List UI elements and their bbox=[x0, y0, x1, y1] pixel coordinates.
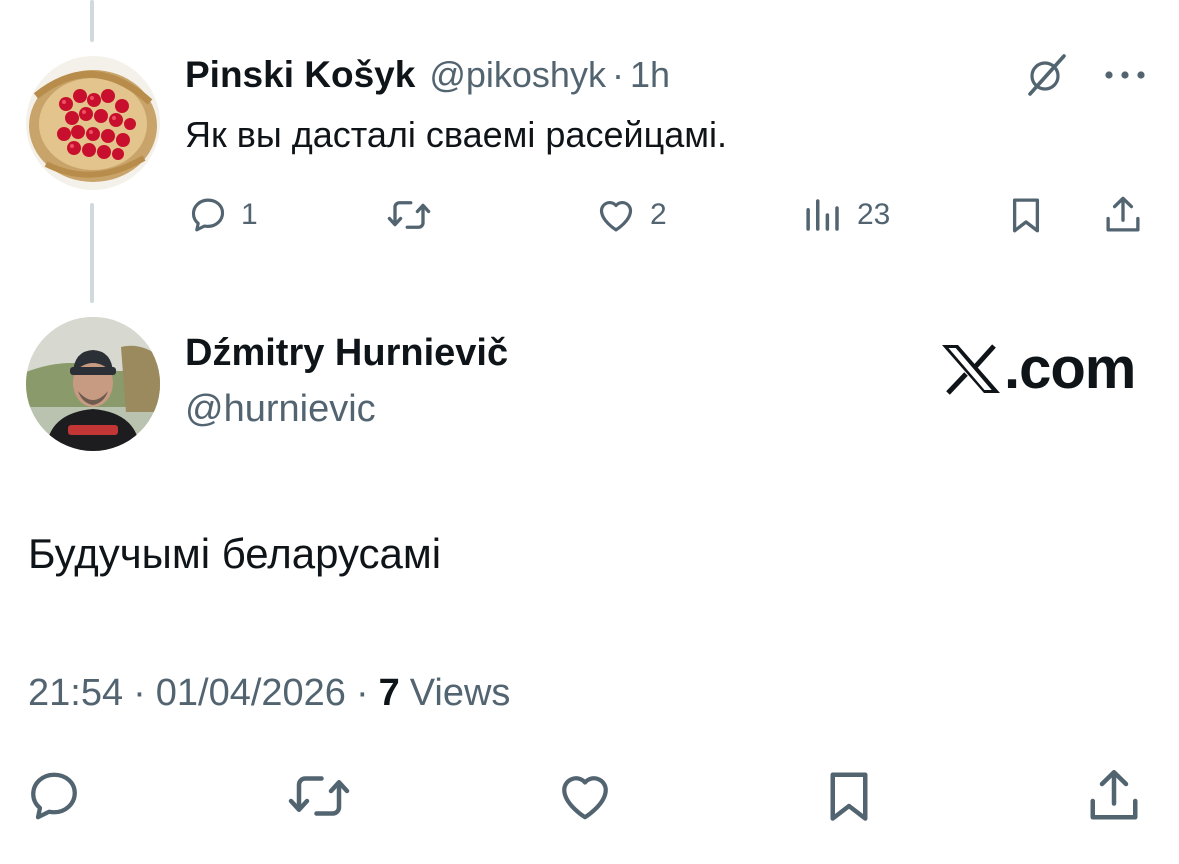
main-tweet-text: Будучымі беларусамі bbox=[28, 530, 442, 577]
parent-like-count: 2 bbox=[650, 198, 667, 231]
retweet-icon bbox=[288, 776, 350, 816]
more-icon bbox=[1105, 71, 1145, 79]
reply-icon bbox=[191, 198, 225, 232]
like-icon bbox=[599, 201, 633, 232]
bookmark-icon bbox=[830, 772, 868, 821]
more-button[interactable] bbox=[1100, 60, 1150, 90]
parent-author-name[interactable]: Pinski Košyk bbox=[185, 54, 415, 96]
reply-icon bbox=[31, 772, 77, 820]
meta-separator: · bbox=[355, 672, 369, 714]
thread-line-bottom bbox=[90, 203, 94, 303]
main-share-button[interactable] bbox=[1083, 766, 1145, 826]
share-icon bbox=[1106, 196, 1140, 232]
parent-views-button[interactable]: 23 bbox=[801, 194, 890, 236]
parent-handle[interactable]: @pikoshyk bbox=[429, 54, 606, 96]
meta-separator: · bbox=[133, 672, 146, 714]
x-logo-icon bbox=[942, 343, 1000, 395]
parent-retweet-button[interactable] bbox=[386, 194, 432, 236]
main-reply-button[interactable] bbox=[24, 766, 84, 826]
parent-reply-button[interactable]: 1 bbox=[187, 194, 258, 236]
retweet-icon bbox=[387, 201, 431, 229]
thread-line-top bbox=[90, 0, 94, 42]
share-icon bbox=[1090, 770, 1138, 820]
bookmark-icon bbox=[1012, 198, 1040, 233]
profile-photo-image bbox=[26, 317, 160, 451]
parent-timestamp[interactable]: 1h bbox=[630, 54, 670, 96]
views-icon bbox=[806, 199, 839, 231]
main-author-name[interactable]: Dźmitry Hurnievič bbox=[185, 332, 508, 375]
parent-tweet-text: Як вы дасталі сваемі расейцамі. bbox=[185, 114, 727, 155]
parent-header: Pinski Košyk @pikoshyk · 1h bbox=[185, 54, 670, 96]
tweet-meta: 21:54 · 01/04/2026 · 7 Views bbox=[28, 672, 510, 715]
tweet-time[interactable]: 21:54 bbox=[28, 672, 123, 715]
main-handle[interactable]: @hurnievic bbox=[185, 388, 376, 431]
main-like-button[interactable] bbox=[553, 766, 617, 826]
views-count[interactable]: 7 bbox=[379, 672, 400, 715]
grok-button[interactable] bbox=[1022, 50, 1072, 100]
tweet-date[interactable]: 01/04/2026 bbox=[156, 672, 346, 715]
main-retweet-button[interactable] bbox=[286, 766, 352, 826]
main-bookmark-button[interactable] bbox=[819, 766, 879, 826]
parent-reply-count: 1 bbox=[241, 198, 258, 231]
grok-icon bbox=[1028, 54, 1066, 96]
berry-basket-image bbox=[26, 56, 160, 190]
parent-bookmark-button[interactable] bbox=[1005, 194, 1047, 236]
parent-avatar[interactable] bbox=[26, 56, 160, 190]
parent-separator: · bbox=[611, 54, 624, 95]
brand-text: .com bbox=[1004, 336, 1136, 401]
like-icon bbox=[562, 776, 608, 820]
x-com-brand: .com bbox=[940, 335, 1136, 402]
main-avatar[interactable] bbox=[26, 317, 160, 451]
parent-like-button[interactable]: 2 bbox=[594, 194, 667, 236]
parent-share-button[interactable] bbox=[1100, 194, 1146, 236]
parent-views-count: 23 bbox=[857, 198, 891, 231]
views-label[interactable]: Views bbox=[410, 672, 511, 715]
